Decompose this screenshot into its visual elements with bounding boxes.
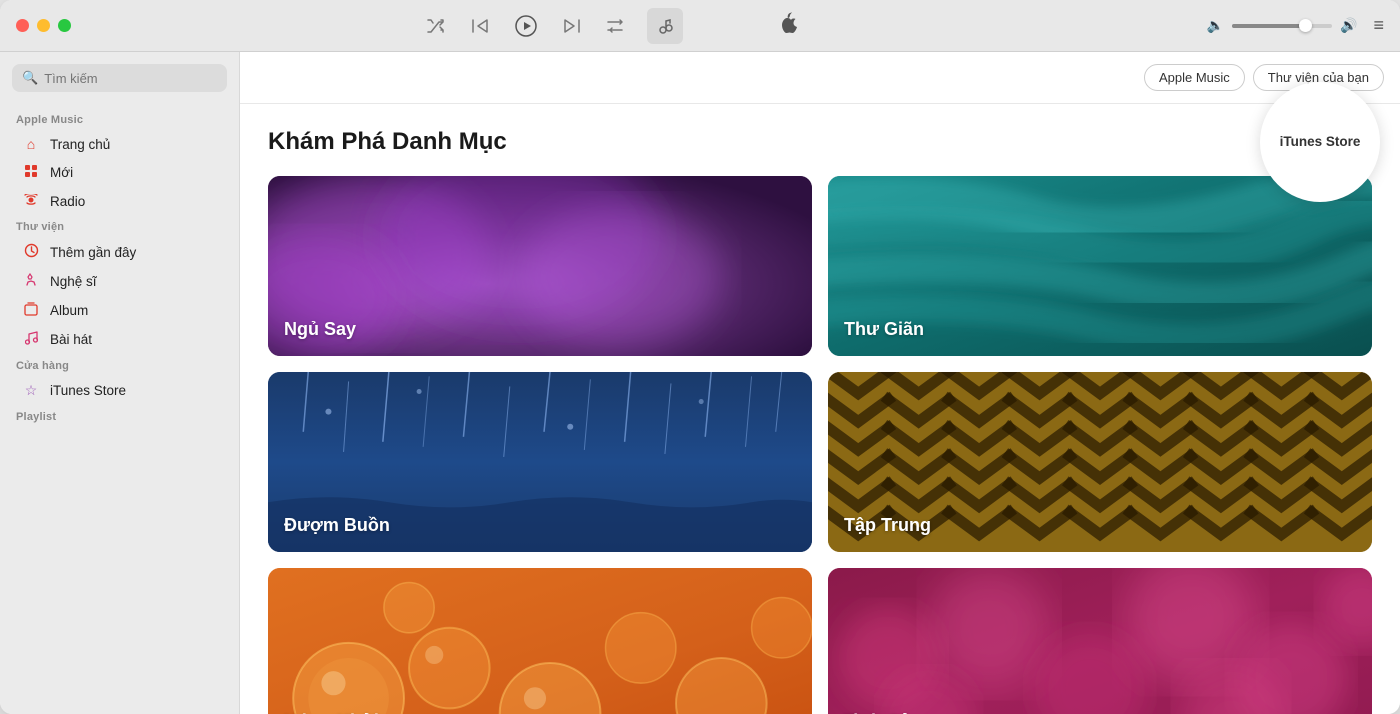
category-card-sleep[interactable]: Ngủ Say	[268, 176, 812, 356]
shuffle-button[interactable]	[423, 15, 449, 37]
songs-icon	[22, 331, 40, 348]
sidebar-item-songs[interactable]: Bài hát	[6, 325, 233, 354]
section-label-playlist: Playlist	[0, 405, 239, 427]
category-card-relax[interactable]: Thư Giãn	[828, 176, 1372, 356]
play-button[interactable]	[511, 11, 541, 41]
prev-button[interactable]	[467, 15, 493, 37]
volume-high-icon: 🔊	[1340, 17, 1357, 34]
repeat-button[interactable]	[603, 14, 629, 38]
artists-icon	[22, 273, 40, 290]
sidebar-item-label: Trang chủ	[50, 137, 110, 152]
category-label-focus: Tập Trung	[844, 515, 931, 536]
search-icon: 🔍	[22, 70, 38, 86]
sidebar-item-new[interactable]: Mới	[6, 158, 233, 187]
search-input[interactable]	[44, 71, 217, 86]
volume-low-icon: 🔈	[1207, 17, 1224, 34]
close-button[interactable]	[16, 19, 29, 32]
volume-slider[interactable]	[1232, 24, 1332, 28]
browse-area: Khám Phá Danh Mục	[240, 104, 1400, 714]
sidebar-item-artists[interactable]: Nghệ sĩ	[6, 267, 233, 296]
app-window: 🔈 🔊 ≡ 🔍 Apple Music ⌂ Trang chủ	[0, 0, 1400, 714]
apple-logo	[779, 12, 797, 39]
new-icon	[22, 164, 40, 181]
tab-apple-music[interactable]: Apple Music	[1144, 64, 1245, 91]
recent-icon	[22, 243, 40, 261]
sidebar-item-label: Thêm gần đây	[50, 245, 136, 260]
itunes-store-bubble[interactable]: iTunes Store	[1260, 82, 1380, 202]
sidebar-item-itunes[interactable]: ☆ iTunes Store	[6, 376, 233, 405]
sidebar-item-label: Bài hát	[50, 332, 92, 347]
next-button[interactable]	[559, 15, 585, 37]
content-area: Apple Music Thư viện của bạn iTunes Stor…	[240, 52, 1400, 714]
sidebar-item-label: Album	[50, 303, 88, 318]
minimize-button[interactable]	[37, 19, 50, 32]
sidebar-item-label: iTunes Store	[50, 383, 126, 398]
now-playing-icon[interactable]	[647, 8, 683, 44]
sidebar-item-label: Mới	[50, 165, 73, 180]
category-label-sad: Đượm Buồn	[284, 515, 390, 536]
home-icon: ⌂	[22, 136, 40, 152]
itunes-icon: ☆	[22, 382, 40, 399]
category-label-sleep: Ngủ Say	[284, 319, 356, 340]
radio-icon	[22, 193, 40, 209]
titlebar: 🔈 🔊 ≡	[0, 0, 1400, 52]
search-bar[interactable]: 🔍	[12, 64, 227, 92]
section-label-apple-music: Apple Music	[0, 108, 239, 130]
sidebar-item-albums[interactable]: Album	[6, 296, 233, 325]
sidebar-item-radio[interactable]: Radio	[6, 187, 233, 215]
category-grid: Ngủ Say	[268, 176, 1372, 714]
category-card-focus[interactable]: Tập Trung	[828, 372, 1372, 552]
category-card-energetic[interactable]: Hứng Khởi	[268, 568, 812, 714]
albums-icon	[22, 302, 40, 319]
sidebar-item-label: Nghệ sĩ	[50, 274, 97, 289]
sidebar: 🔍 Apple Music ⌂ Trang chủ Mới	[0, 52, 240, 714]
traffic-lights	[16, 19, 71, 32]
section-label-library: Thư viện	[0, 215, 239, 237]
category-label-relax: Thư Giãn	[844, 319, 924, 340]
playback-controls	[91, 8, 1207, 44]
volume-control: 🔈 🔊	[1207, 17, 1358, 34]
menu-button[interactable]: ≡	[1373, 15, 1384, 36]
sidebar-item-recent[interactable]: Thêm gần đây	[6, 237, 233, 267]
main-layout: 🔍 Apple Music ⌂ Trang chủ Mới	[0, 52, 1400, 714]
tabbar: Apple Music Thư viện của bạn	[240, 52, 1400, 104]
sidebar-item-label: Radio	[50, 194, 85, 209]
category-card-sad[interactable]: Đượm Buồn	[268, 372, 812, 552]
maximize-button[interactable]	[58, 19, 71, 32]
category-card-emotional[interactable]: Tình Cảm	[828, 568, 1372, 714]
section-label-store: Cửa hàng	[0, 354, 239, 376]
sidebar-item-home[interactable]: ⌂ Trang chủ	[6, 130, 233, 158]
browse-title: Khám Phá Danh Mục	[268, 128, 1372, 156]
